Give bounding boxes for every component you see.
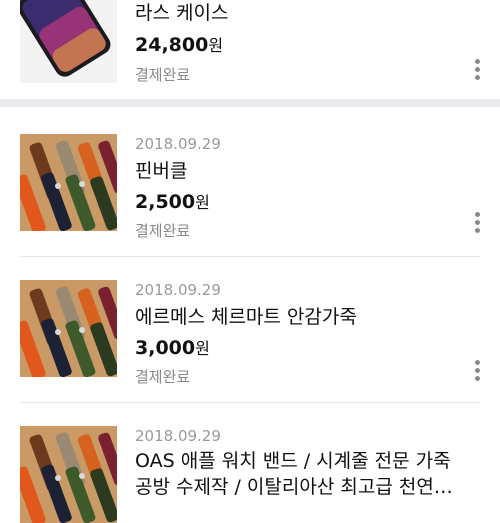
more-vertical-icon[interactable] bbox=[470, 212, 484, 236]
divider bbox=[20, 402, 480, 403]
product-price: 2,500원 bbox=[135, 189, 460, 216]
price-currency: 원 bbox=[195, 339, 210, 358]
price-currency: 원 bbox=[208, 36, 224, 55]
product-name[interactable]: 라스 케이스 bbox=[135, 0, 460, 27]
phone-case-thumbnail bbox=[20, 0, 117, 83]
order-date: 2018.09.29 bbox=[135, 427, 221, 445]
more-vertical-icon[interactable] bbox=[470, 360, 484, 384]
watch-strap-thumbnail bbox=[20, 134, 117, 231]
order-status: 결제완료 bbox=[135, 66, 191, 84]
product-price: 24,800원 bbox=[135, 32, 460, 59]
watch-strap-thumbnail bbox=[20, 426, 117, 523]
product-price: 3,000원 bbox=[135, 335, 460, 362]
divider bbox=[20, 256, 480, 257]
order-date: 2018.09.29 bbox=[135, 135, 221, 153]
price-amount: 2,500 bbox=[135, 191, 196, 213]
section-gap bbox=[0, 99, 500, 107]
price-amount: 3,000 bbox=[135, 337, 196, 359]
product-name-line-2[interactable]: 공방 수제작 / 이탈리아산 최고급 천연… bbox=[135, 474, 480, 500]
product-name-line-1[interactable]: OAS 애플 워치 밴드 / 시계줄 전문 가죽 bbox=[135, 448, 480, 474]
order-date: 2018.09.29 bbox=[135, 281, 221, 299]
more-vertical-icon[interactable] bbox=[470, 59, 484, 83]
price-currency: 원 bbox=[195, 193, 210, 212]
product-name[interactable]: 에르메스 체르마트 안감가죽 bbox=[135, 304, 460, 331]
order-status: 결제완료 bbox=[135, 222, 191, 240]
price-amount: 24,800 bbox=[135, 34, 209, 56]
watch-strap-thumbnail bbox=[20, 280, 117, 377]
product-name[interactable]: 핀버클 bbox=[135, 158, 460, 185]
order-status: 결제완료 bbox=[135, 368, 191, 386]
